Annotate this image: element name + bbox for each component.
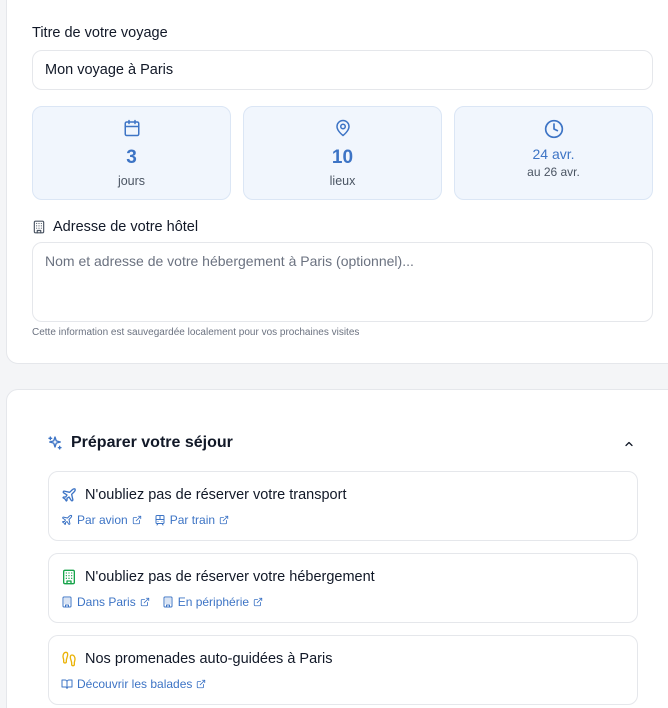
external-link-icon xyxy=(196,679,206,689)
link-by-train-label: Par train xyxy=(169,513,216,527)
collapse-button[interactable] xyxy=(619,434,639,454)
building-icon xyxy=(32,220,46,234)
reminder-walks-title: Nos promenades auto-guidées à Paris xyxy=(85,651,333,667)
hotel-address-input[interactable] xyxy=(32,242,653,322)
stat-places-value: 10 xyxy=(331,147,354,168)
reminder-transport-title: N'oubliez pas de réserver votre transpor… xyxy=(85,487,347,503)
stat-dates: 24 avr. au 26 avr. xyxy=(454,106,653,200)
book-open-icon xyxy=(61,678,73,690)
link-discover-walks[interactable]: Découvrir les balades xyxy=(61,677,206,691)
reminder-transport: N'oubliez pas de réserver votre transpor… xyxy=(48,471,638,541)
prepare-stay-title: Préparer votre séjour xyxy=(71,434,233,451)
external-link-icon xyxy=(253,597,263,607)
link-in-paris-label: Dans Paris xyxy=(77,595,136,609)
link-by-plane-label: Par avion xyxy=(77,513,128,527)
reminder-walks: Nos promenades auto-guidées à Paris Déco… xyxy=(48,635,638,705)
link-in-paris[interactable]: Dans Paris xyxy=(61,595,150,609)
trip-settings-card: Titre de votre voyage 3 jours 10 lieux 2… xyxy=(6,0,668,364)
hotel-address-heading: Adresse de votre hôtel xyxy=(32,218,198,236)
trip-title-label: Titre de votre voyage xyxy=(32,25,168,41)
external-link-icon xyxy=(140,597,150,607)
link-suburbs-label: En périphérie xyxy=(177,595,250,609)
prepare-stay-card: Préparer votre séjour N'oubliez pas de r… xyxy=(6,389,668,708)
link-suburbs[interactable]: En périphérie xyxy=(162,595,263,609)
hotel-address-label: Adresse de votre hôtel xyxy=(53,219,199,235)
stat-dates-end: au 26 avr. xyxy=(527,165,580,179)
link-by-plane[interactable]: Par avion xyxy=(61,513,142,527)
stat-days-label: jours xyxy=(117,174,146,188)
stat-days: 3 jours xyxy=(32,106,231,200)
stat-places: 10 lieux xyxy=(243,106,442,200)
trip-title-input[interactable] xyxy=(32,50,653,90)
building-icon xyxy=(61,596,73,608)
external-link-icon xyxy=(132,515,142,525)
footprints-icon xyxy=(61,651,77,667)
chevron-up-icon xyxy=(623,438,635,450)
sparkles-icon xyxy=(47,435,63,451)
stat-places-label: lieux xyxy=(329,174,356,188)
reminder-accommodation-title: N'oubliez pas de réserver votre hébergem… xyxy=(85,569,375,585)
stat-dates-start: 24 avr. xyxy=(532,146,575,162)
prepare-stay-heading: Préparer votre séjour xyxy=(47,432,233,454)
plane-icon xyxy=(61,487,77,503)
building-icon xyxy=(61,569,77,585)
map-pin-icon xyxy=(244,119,441,139)
external-link-icon xyxy=(219,515,229,525)
link-by-train[interactable]: Par train xyxy=(154,513,229,527)
train-icon xyxy=(154,514,166,526)
hotel-address-note: Cette information est sauvegardée locale… xyxy=(32,327,360,338)
plane-icon xyxy=(61,514,73,526)
clock-icon xyxy=(455,119,652,139)
link-discover-walks-label: Découvrir les balades xyxy=(77,677,193,691)
reminder-accommodation: N'oubliez pas de réserver votre hébergem… xyxy=(48,553,638,623)
stat-days-value: 3 xyxy=(126,147,137,168)
calendar-icon xyxy=(33,119,230,139)
building-icon xyxy=(162,596,174,608)
